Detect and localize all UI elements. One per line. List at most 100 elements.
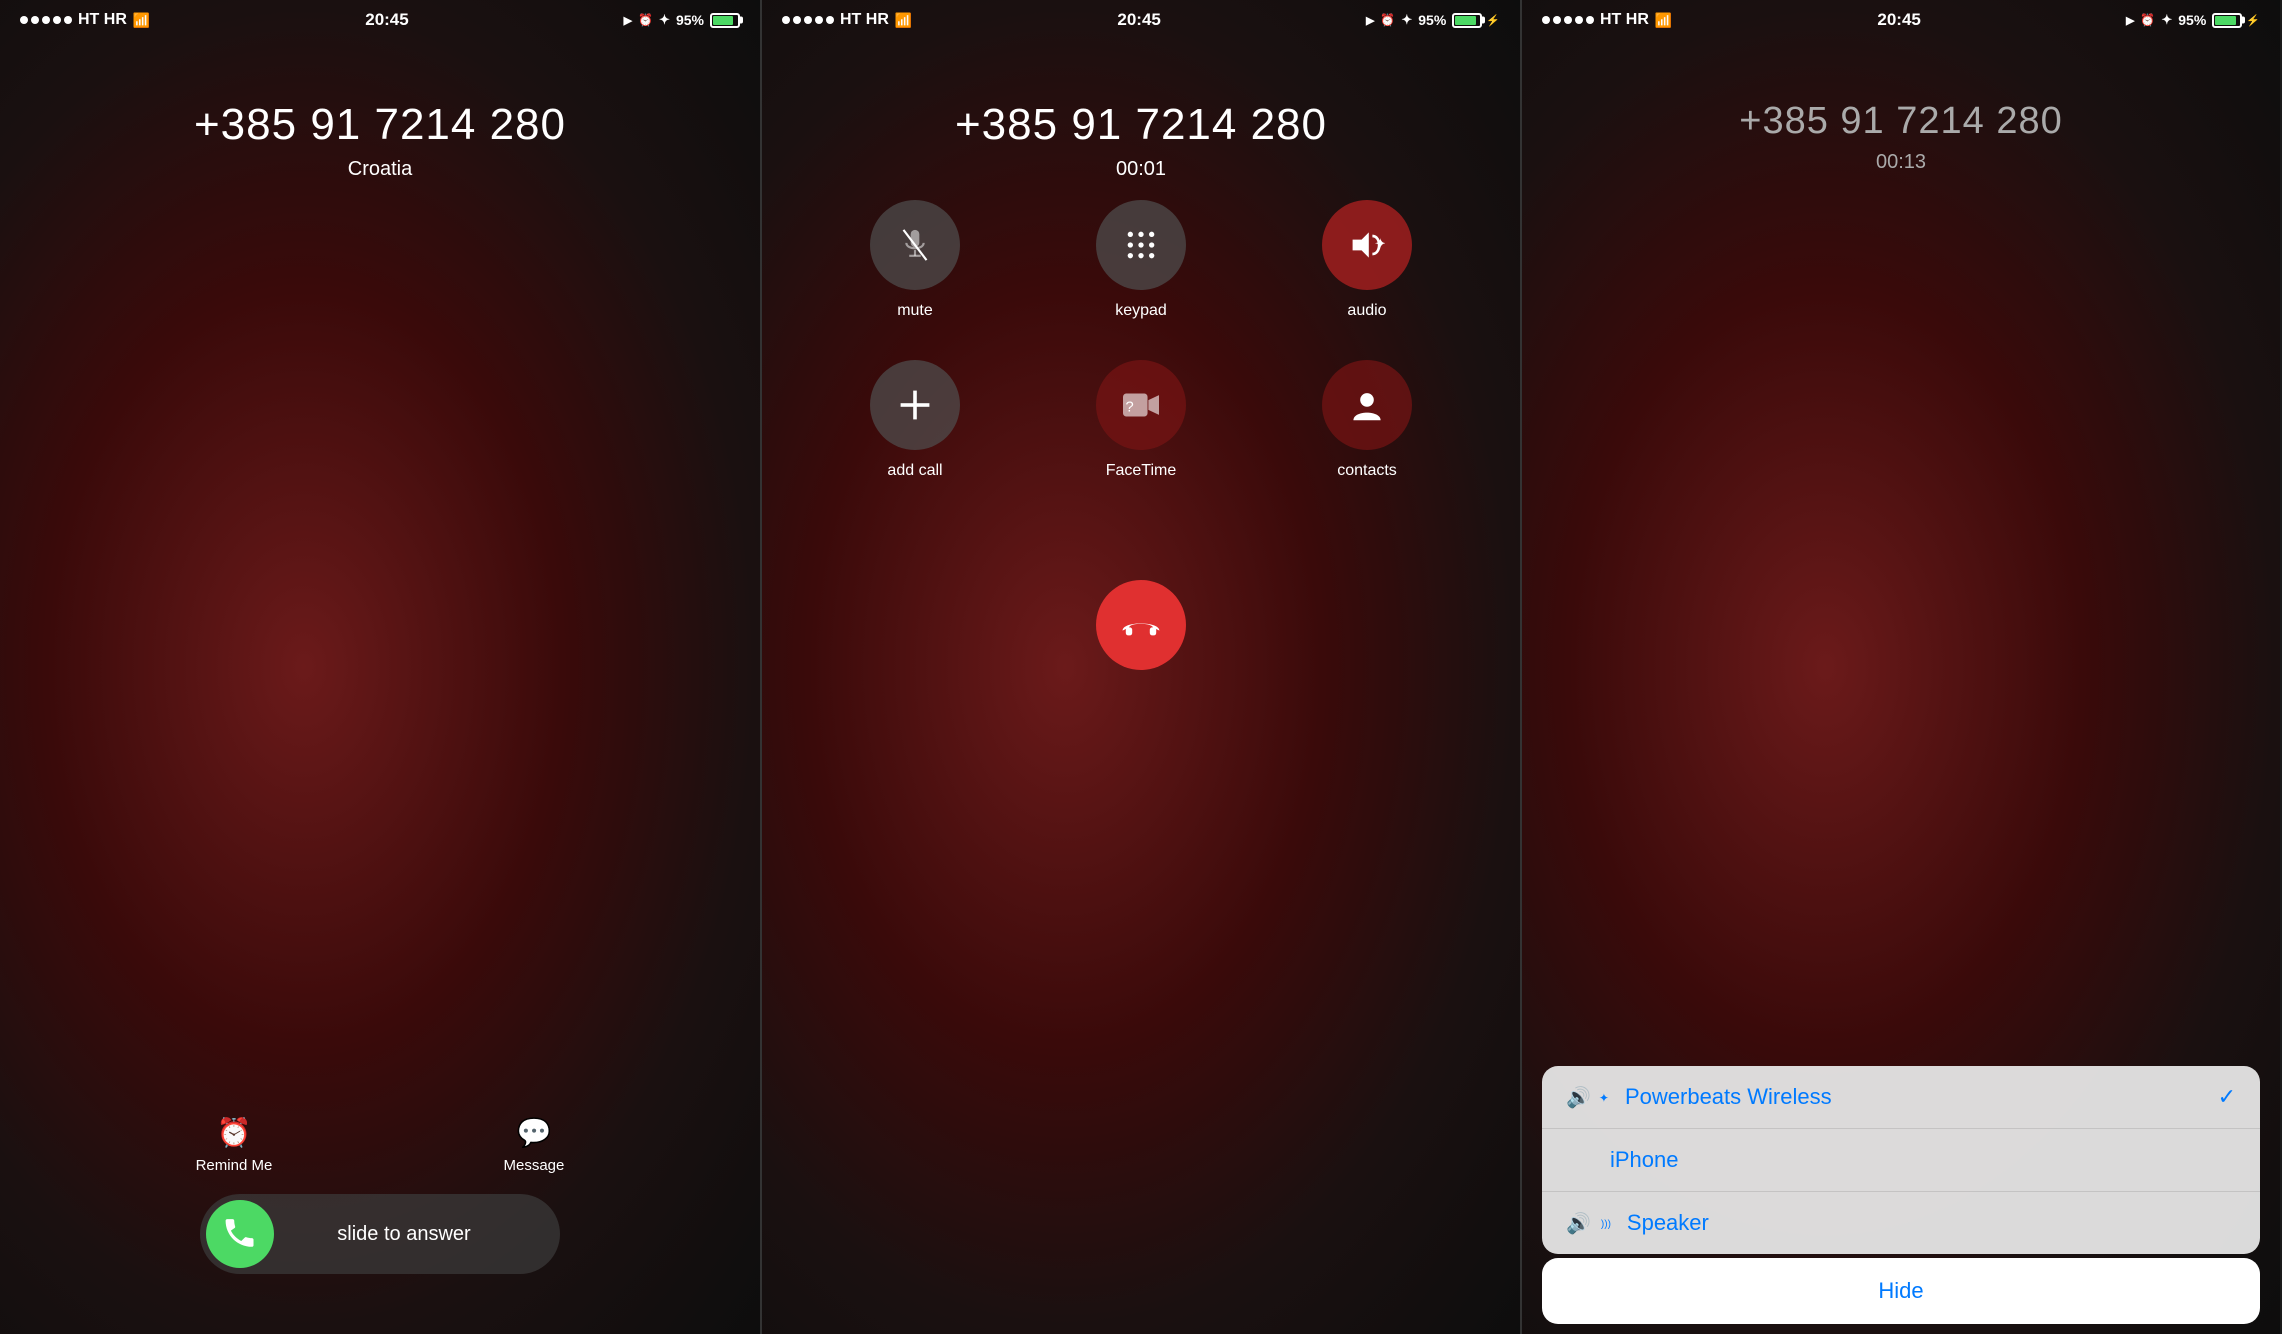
powerbeats-left: 🔊 ✦ Powerbeats Wireless [1566,1084,1832,1110]
status-left-2: HT HR 📶 [782,11,912,29]
active-call-header: +385 91 7214 280 00:01 [762,40,1520,181]
status-right-1: ▶ ⏰ ✦ 95% [624,12,740,28]
slide-text: slide to answer [274,1223,554,1246]
call-country: Croatia [348,158,412,181]
speaker-icon: 🔊 [1566,1211,1591,1236]
bluetooth-icon-2: ✦ [1401,12,1412,28]
battery-percent-1: 95% [676,12,704,28]
add-call-label: add call [887,462,942,480]
call-controls-grid: mute keypad [762,200,1520,670]
end-call-button[interactable] [1096,580,1186,670]
battery-2: ⚡ [1452,13,1500,28]
status-bar-1: HT HR 📶 20:45 ▶ ⏰ ✦ 95% [0,0,760,40]
carrier-name: HT HR [78,11,127,29]
location-icon-3: ▶ [2126,14,2134,27]
bluetooth-icon: ✦ [659,12,670,28]
lightning-icon-3: ⚡ [2246,14,2260,27]
status-bar-3: HT HR 📶 20:45 ▶ ⏰ ✦ 95% ⚡ [1522,0,2280,40]
checkmark-icon: ✓ [2218,1084,2236,1110]
message-icon: 💬 [517,1116,552,1149]
hide-label: Hide [1878,1278,1923,1304]
hide-button[interactable]: Hide [1542,1258,2260,1324]
phone-number-3: +385 91 7214 280 [1739,100,2062,143]
mute-circle [870,200,960,290]
audio-item-iphone[interactable]: iPhone [1542,1129,2260,1192]
wifi-icon-2: 📶 [895,12,912,29]
audio-item-powerbeats[interactable]: 🔊 ✦ Powerbeats Wireless ✓ [1542,1066,2260,1129]
audio-circle: ✦ [1322,200,1412,290]
audio-icon: ✦ [1349,227,1385,263]
status-left-3: HT HR 📶 [1542,11,1672,29]
status-right-3: ▶ ⏰ ✦ 95% ⚡ [2126,12,2260,28]
remind-me-icon: ⏰ [217,1116,252,1149]
iphone-left: iPhone [1566,1147,1679,1173]
remind-me-button[interactable]: ⏰ Remind Me [196,1116,273,1174]
svg-text:?: ? [1125,400,1133,416]
signal-strength-2 [782,16,834,24]
contacts-circle [1322,360,1412,450]
status-bar-2: HT HR 📶 20:45 ▶ ⏰ ✦ 95% ⚡ [762,0,1520,40]
status-time-2: 20:45 [1117,10,1160,30]
screen-active-call: HT HR 📶 20:45 ▶ ⏰ ✦ 95% ⚡ +385 91 7214 2… [760,0,1520,1334]
controls-row-1: mute keypad [762,200,1520,480]
status-time-3: 20:45 [1877,10,1920,30]
contacts-label: contacts [1337,462,1397,480]
quick-action-buttons: ⏰ Remind Me 💬 Message [0,1116,760,1174]
keypad-icon [1125,229,1157,261]
svg-text:✦: ✦ [1374,237,1385,253]
wifi-icon-3: 📶 [1655,12,1672,29]
battery-percent-2: 95% [1418,12,1446,28]
battery-3: ⚡ [2212,13,2260,28]
keypad-label: keypad [1115,302,1167,320]
facetime-icon: ? [1123,387,1159,423]
screen-incoming: HT HR 📶 20:45 ▶ ⏰ ✦ 95% +385 91 7214 280… [0,0,760,1334]
end-call-icon [1121,605,1161,645]
carrier-name-3: HT HR [1600,11,1649,29]
contacts-icon [1350,388,1384,422]
call-duration-1: 00:01 [1116,158,1166,181]
phone-number-1: +385 91 7214 280 [194,100,566,150]
keypad-circle [1096,200,1186,290]
location-icon-2: ▶ [1366,14,1374,27]
wifi-icon: 📶 [133,12,150,29]
contacts-button[interactable]: contacts [1274,360,1460,480]
status-time-1: 20:45 [365,10,408,30]
audio-item-speaker[interactable]: 🔊 ))) Speaker [1542,1192,2260,1254]
battery-percent-3: 95% [2178,12,2206,28]
answer-button[interactable] [206,1200,274,1268]
facetime-circle: ? [1096,360,1186,450]
call-duration-2: 00:13 [1876,151,1926,174]
speaker-left: 🔊 ))) Speaker [1566,1210,1709,1236]
facetime-button[interactable]: ? FaceTime [1048,360,1234,480]
audio-select-header: +385 91 7214 280 00:13 [1522,40,2280,174]
audio-label: audio [1347,302,1386,320]
audio-selection-menu: 🔊 ✦ Powerbeats Wireless ✓ iPhone 🔊 ))) S… [1542,1066,2260,1254]
mute-button[interactable]: mute [822,200,1008,320]
add-call-button[interactable]: add call [822,360,1008,480]
signal-strength [20,16,72,24]
iphone-label: iPhone [1566,1147,1679,1173]
alarm-icon-2: ⏰ [1380,13,1395,27]
signal-strength-3 [1542,16,1594,24]
speaker-waves-icon: ))) [1601,1219,1611,1230]
mute-label: mute [897,302,933,320]
signal-dot [31,16,39,24]
signal-dot [20,16,28,24]
alarm-icon: ⏰ [638,13,653,27]
incoming-bottom-controls: ⏰ Remind Me 💬 Message slide to answer [0,1116,760,1274]
carrier-name-2: HT HR [840,11,889,29]
screen-audio-select: HT HR 📶 20:45 ▶ ⏰ ✦ 95% ⚡ +385 91 7214 2… [1520,0,2280,1334]
message-button[interactable]: 💬 Message [504,1116,565,1174]
remind-me-label: Remind Me [196,1157,273,1174]
status-left-1: HT HR 📶 [20,11,150,29]
message-label: Message [504,1157,565,1174]
alarm-icon-3: ⏰ [2140,13,2155,27]
slide-to-answer[interactable]: slide to answer [200,1194,560,1274]
keypad-button[interactable]: keypad [1048,200,1234,320]
speaker-label: Speaker [1627,1210,1709,1236]
speaker-bluetooth-icon: 🔊 [1566,1085,1591,1110]
bluetooth-icon-3: ✦ [2161,12,2172,28]
incoming-call-content: +385 91 7214 280 Croatia [0,40,760,181]
audio-button[interactable]: ✦ audio [1274,200,1460,320]
battery-1 [710,13,740,28]
